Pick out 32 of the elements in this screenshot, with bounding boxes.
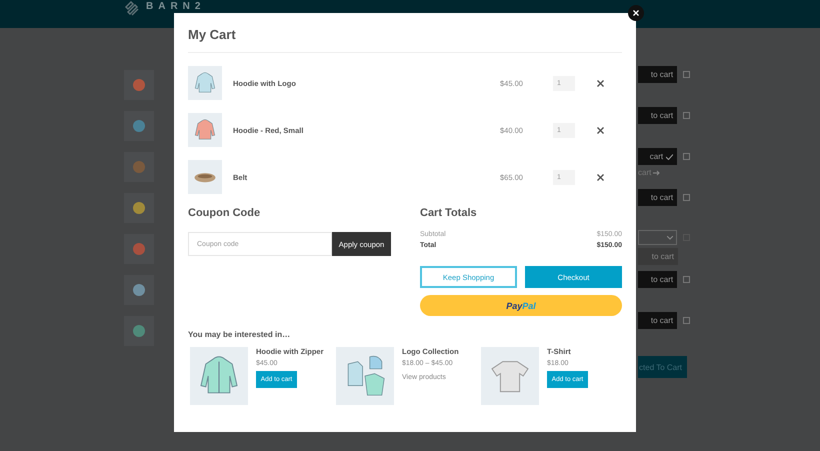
remove-button[interactable]: [597, 174, 604, 180]
remove-button[interactable]: [597, 80, 604, 86]
add-to-cart-button[interactable]: to cart: [638, 107, 678, 124]
add-to-cart-button[interactable]: to cart: [638, 189, 678, 206]
arrow-right-icon: [653, 170, 660, 176]
paypal-button[interactable]: PayPal: [420, 295, 622, 316]
checkbox[interactable]: [683, 276, 690, 283]
checkbox[interactable]: [683, 194, 690, 201]
add-to-cart-button[interactable]: to cart: [638, 248, 678, 265]
close-icon: [597, 80, 604, 86]
chevron-down-icon: [667, 236, 674, 240]
add-to-cart-button[interactable]: cart: [638, 148, 678, 165]
modal-title: My Cart: [188, 27, 622, 53]
add-to-cart-button[interactable]: to cart: [638, 312, 678, 329]
checkbox[interactable]: [683, 71, 690, 78]
checkbox[interactable]: [683, 153, 690, 160]
close-icon: [633, 10, 639, 16]
logo-icon: [124, 1, 140, 17]
section-heading: Coupon Code: [188, 207, 262, 221]
add-to-cart-button[interactable]: to cart: [638, 271, 678, 288]
add-selected-button[interactable]: cted To Cart: [638, 356, 687, 378]
section-heading: You may be interested in…: [188, 330, 292, 339]
section-heading: Cart Totals: [420, 207, 478, 221]
variation-select[interactable]: [638, 230, 678, 245]
close-icon: [597, 126, 604, 134]
checkbox[interactable]: [683, 317, 690, 324]
checkbox[interactable]: [683, 112, 690, 119]
close-icon: [597, 174, 604, 180]
brand-logo: BARN2: [146, 1, 206, 12]
add-to-cart-button[interactable]: to cart: [638, 66, 678, 83]
check-icon: [666, 154, 674, 160]
remove-button[interactable]: [597, 126, 604, 134]
